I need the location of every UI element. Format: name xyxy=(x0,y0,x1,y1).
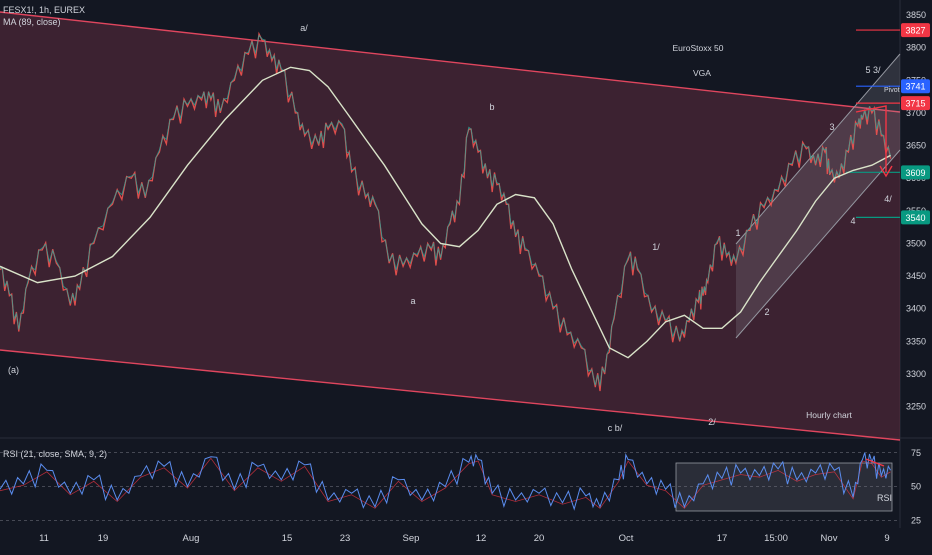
title-label: EuroStoxx 50 xyxy=(672,43,723,53)
time-tick-label: Sep xyxy=(403,533,420,544)
rsi-tick-label: 25 xyxy=(911,515,921,525)
subtitle-label: VGA xyxy=(693,68,711,78)
wave-label-2: 2 xyxy=(764,307,769,317)
symbol-legend[interactable]: FESX1!, 1h, EUREX xyxy=(3,5,85,15)
time-tick-label: 9 xyxy=(884,533,889,544)
wave-label-a-slash: a/ xyxy=(300,23,308,33)
wave-label-b: b xyxy=(489,102,494,112)
rsi-legend[interactable]: RSI (21, close, SMA, 9, 2) xyxy=(3,449,107,459)
wave-label-3: 3 xyxy=(829,122,834,132)
wave-label-4-slash: 4/ xyxy=(884,194,892,204)
time-tick-label: 11 xyxy=(39,533,49,544)
wave-label-2-slash: 2/ xyxy=(708,417,716,427)
price-tick-label: 3250 xyxy=(906,402,926,412)
time-tick-label: 19 xyxy=(98,533,109,544)
time-tick-label: Oct xyxy=(619,533,634,544)
price-tick-label: 3850 xyxy=(906,10,926,20)
rsi-tick-label: 75 xyxy=(911,448,921,458)
level-tag-label: 3609 xyxy=(905,168,925,178)
price-tick-label: 3500 xyxy=(906,238,926,248)
time-tick-label: 17 xyxy=(717,533,728,544)
rsi-box-label: RSI xyxy=(877,493,892,503)
wave-label-cb: c b/ xyxy=(608,423,623,433)
price-tick-label: 3450 xyxy=(906,271,926,281)
ma-legend[interactable]: MA (89, close) xyxy=(3,17,61,27)
pivot-label: Pivot xyxy=(884,87,900,94)
price-tick-label: 3350 xyxy=(906,336,926,346)
wave-label-1-slash: 1/ xyxy=(652,242,660,252)
price-tick-label: 3650 xyxy=(906,141,926,151)
price-chart[interactable]: 3850380037503700365036003550350034503400… xyxy=(0,0,932,550)
rsi-tick-label: 50 xyxy=(911,482,921,492)
price-tick-label: 3400 xyxy=(906,304,926,314)
wave-label-5-3: 5 3/ xyxy=(865,65,881,75)
price-tick-label: 3800 xyxy=(906,43,926,53)
time-tick-label: 15 xyxy=(282,533,293,544)
time-tick-label: 23 xyxy=(340,533,351,544)
time-tick-label: 20 xyxy=(534,533,545,544)
time-tick-label: Nov xyxy=(821,533,838,544)
level-tag-label: 3827 xyxy=(905,26,925,36)
time-tick-label: 12 xyxy=(476,533,487,544)
price-tick-label: 3300 xyxy=(906,369,926,379)
level-tag-label: 3715 xyxy=(905,99,925,109)
wave-label-4: 4 xyxy=(850,216,855,226)
level-tag-label: 3741 xyxy=(905,82,925,92)
wave-label-a: a xyxy=(410,296,415,306)
time-tick-label: 15:00 xyxy=(764,533,788,544)
wave-label-1: 1 xyxy=(735,228,740,238)
level-tag-label: 3540 xyxy=(905,213,925,223)
wave-label-a-paren: (a) xyxy=(8,365,19,375)
chart-root[interactable]: 3850380037503700365036003550350034503400… xyxy=(0,0,932,550)
hourly-chart-label: Hourly chart xyxy=(806,410,852,420)
time-tick-label: Aug xyxy=(183,533,200,544)
